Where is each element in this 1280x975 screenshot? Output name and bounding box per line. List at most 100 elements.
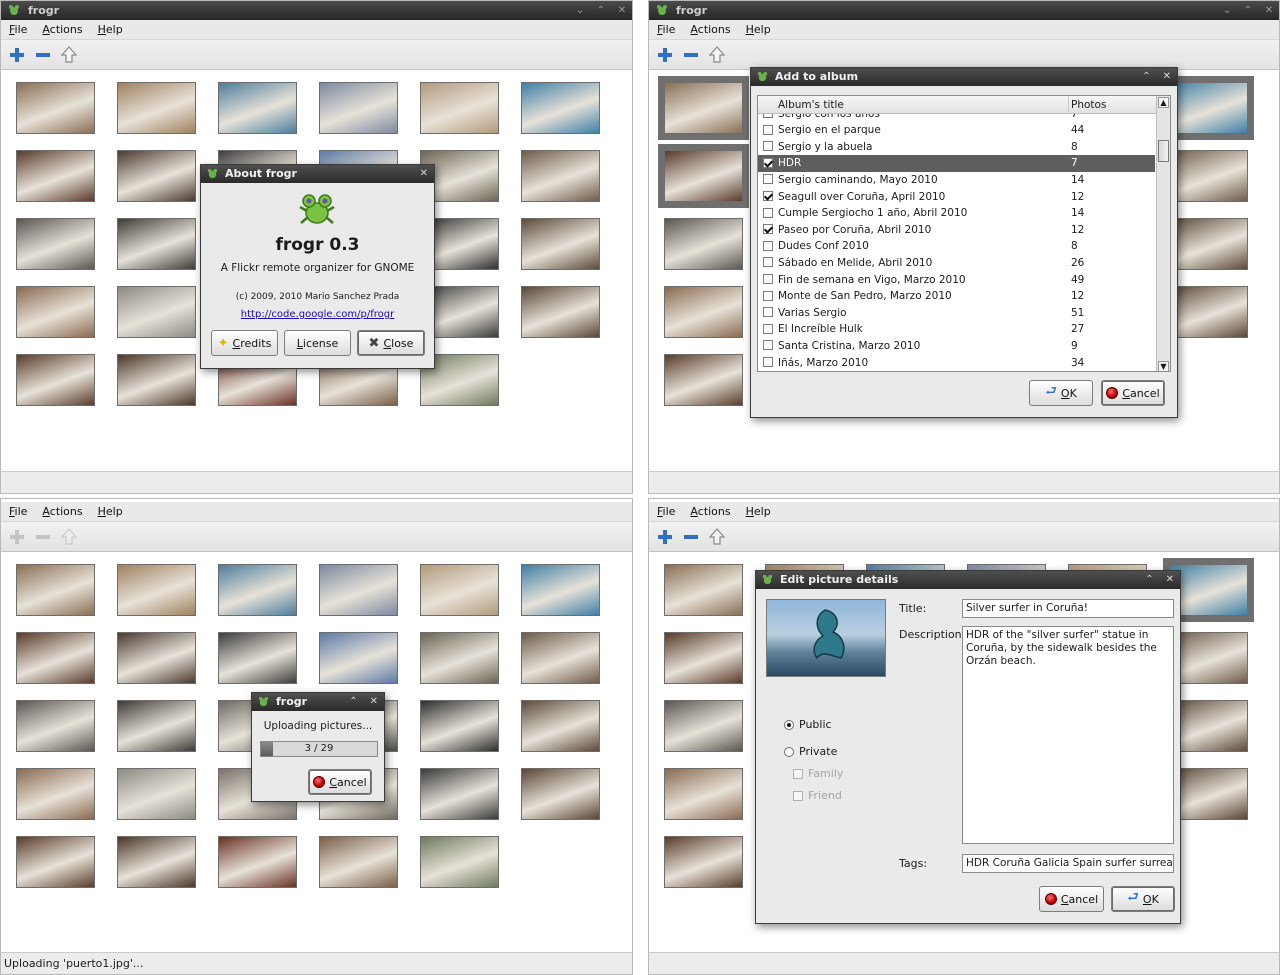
picture-thumbnail[interactable] [1169,150,1248,202]
album-list[interactable]: Album's title Photos Sergio con los años… [757,95,1171,372]
cancel-button[interactable]: Cancel [1039,886,1104,912]
album-checkbox[interactable] [763,274,773,284]
album-row[interactable]: Santa Cristina, Marzo 2010 9 [758,337,1155,354]
album-row[interactable]: Sábado en Melide, Abril 2010 26 [758,254,1155,271]
album-row[interactable]: Varias Sergio 51 [758,304,1155,321]
picture-thumbnail[interactable] [117,150,196,202]
remove-button[interactable] [33,45,53,65]
album-row[interactable]: Sergio y la abuela 8 [758,138,1155,155]
maximize-icon[interactable]: ⌃ [1242,1,1254,20]
picture-thumbnail[interactable] [16,354,95,406]
upload-button[interactable] [707,527,727,547]
close-icon[interactable]: ✕ [1263,1,1275,20]
tags-field[interactable]: HDR Coruña Galicia Spain surfer surreali… [962,854,1174,873]
ok-button[interactable]: ⮐ OK [1029,380,1093,406]
picture-thumbnail[interactable] [218,632,297,684]
album-row[interactable]: Sergio caminando, Mayo 2010 14 [758,171,1155,188]
maximize-icon[interactable]: ⌃ [1145,571,1153,589]
add-button[interactable] [655,527,675,547]
picture-thumbnail[interactable] [16,150,95,202]
album-row[interactable]: El Increíble Hulk 27 [758,321,1155,338]
picture-thumbnail[interactable] [117,218,196,270]
album-checkbox[interactable] [763,224,773,235]
about-dialog-titlebar[interactable]: About frogr ✕ [201,165,434,183]
close-icon[interactable]: ✕ [616,1,628,20]
album-row[interactable]: Cumple Sergiocho 1 año, Abril 2010 14 [758,205,1155,222]
add-button[interactable] [7,45,27,65]
window-titlebar[interactable]: frogr ⌄ ⌃ ✕ [649,1,1279,20]
picture-thumbnail[interactable] [16,218,95,270]
scrollbar-thumb[interactable] [1158,140,1169,162]
picture-thumbnail[interactable] [521,286,600,338]
title-field[interactable]: Silver surfer in Coruña! [962,599,1174,618]
picture-thumbnail[interactable] [319,836,398,888]
picture-thumbnail[interactable] [16,564,95,616]
album-dialog-titlebar[interactable]: Add to album ⌃ ✕ [751,68,1177,86]
picture-thumbnail[interactable] [664,632,743,684]
picture-thumbnail[interactable] [664,286,743,338]
picture-thumbnail[interactable] [117,286,196,338]
public-radio[interactable] [784,720,794,730]
picture-thumbnail[interactable] [664,218,743,270]
column-album-title[interactable]: Album's title [778,99,844,111]
close-icon[interactable]: ✕ [420,165,428,183]
picture-thumbnail[interactable] [319,564,398,616]
picture-thumbnail[interactable] [319,82,398,134]
picture-thumbnail[interactable] [664,82,743,134]
menu-file[interactable]: File [5,505,31,518]
album-checkbox[interactable] [763,141,773,152]
remove-button[interactable] [681,45,701,65]
upload-dialog-titlebar[interactable]: frogr ⌃ ✕ [252,693,384,711]
picture-thumbnail[interactable] [16,632,95,684]
picture-thumbnail[interactable] [420,632,499,684]
cancel-button[interactable]: Cancel [1101,380,1165,406]
album-checkbox[interactable] [763,191,773,201]
album-checkbox[interactable] [763,290,773,301]
picture-thumbnail[interactable] [521,82,600,134]
remove-button[interactable] [33,527,53,547]
picture-thumbnail[interactable] [117,768,196,820]
credits-button[interactable]: ✦ Credits [211,330,278,356]
picture-thumbnail[interactable] [521,632,600,684]
picture-thumbnail[interactable] [218,564,297,616]
picture-thumbnail[interactable] [1169,82,1248,134]
menu-actions[interactable]: Actions [686,23,734,36]
album-row[interactable]: Dudes Conf 2010 8 [758,238,1155,255]
maximize-icon[interactable]: ⌃ [1142,68,1150,86]
picture-thumbnail[interactable] [1169,286,1248,338]
album-checkbox[interactable] [763,340,773,351]
picture-thumbnail[interactable] [117,836,196,888]
menu-file[interactable]: File [653,23,679,36]
album-row[interactable]: Sergio en el parque 44 [758,122,1155,139]
picture-thumbnail[interactable] [117,354,196,406]
minimize-icon[interactable]: ⌄ [574,1,586,20]
upload-button[interactable] [707,45,727,65]
remove-button[interactable] [681,527,701,547]
picture-thumbnail[interactable] [664,836,743,888]
menu-help[interactable]: Help [94,505,127,518]
album-list-scrollbar[interactable]: ▲ ▼ [1156,96,1170,371]
picture-thumbnail[interactable] [521,150,600,202]
picture-thumbnail[interactable] [16,286,95,338]
album-checkbox[interactable] [763,114,773,118]
add-button[interactable] [7,527,27,547]
picture-thumbnail[interactable] [16,768,95,820]
album-row[interactable]: Iñás, Marzo 2010 34 [758,354,1155,371]
album-checkbox[interactable] [763,357,773,367]
album-checkbox[interactable] [763,124,773,135]
menu-file[interactable]: File [5,23,31,36]
picture-thumbnail[interactable] [1169,218,1248,270]
picture-thumbnail[interactable] [521,700,600,752]
album-checkbox[interactable] [763,157,773,168]
picture-thumbnail[interactable] [218,82,297,134]
album-row[interactable]: Paseo por Coruña, Abril 2010 12 [758,221,1155,238]
close-icon[interactable]: ✕ [370,693,378,711]
picture-thumbnail[interactable] [16,836,95,888]
menu-help[interactable]: Help [94,23,127,36]
close-icon[interactable]: ✕ [1166,571,1174,589]
minimize-icon[interactable]: ⌄ [1221,1,1233,20]
picture-thumbnail[interactable] [420,700,499,752]
album-checkbox[interactable] [763,307,773,318]
album-checkbox[interactable] [763,323,773,334]
picture-thumbnail[interactable] [117,564,196,616]
